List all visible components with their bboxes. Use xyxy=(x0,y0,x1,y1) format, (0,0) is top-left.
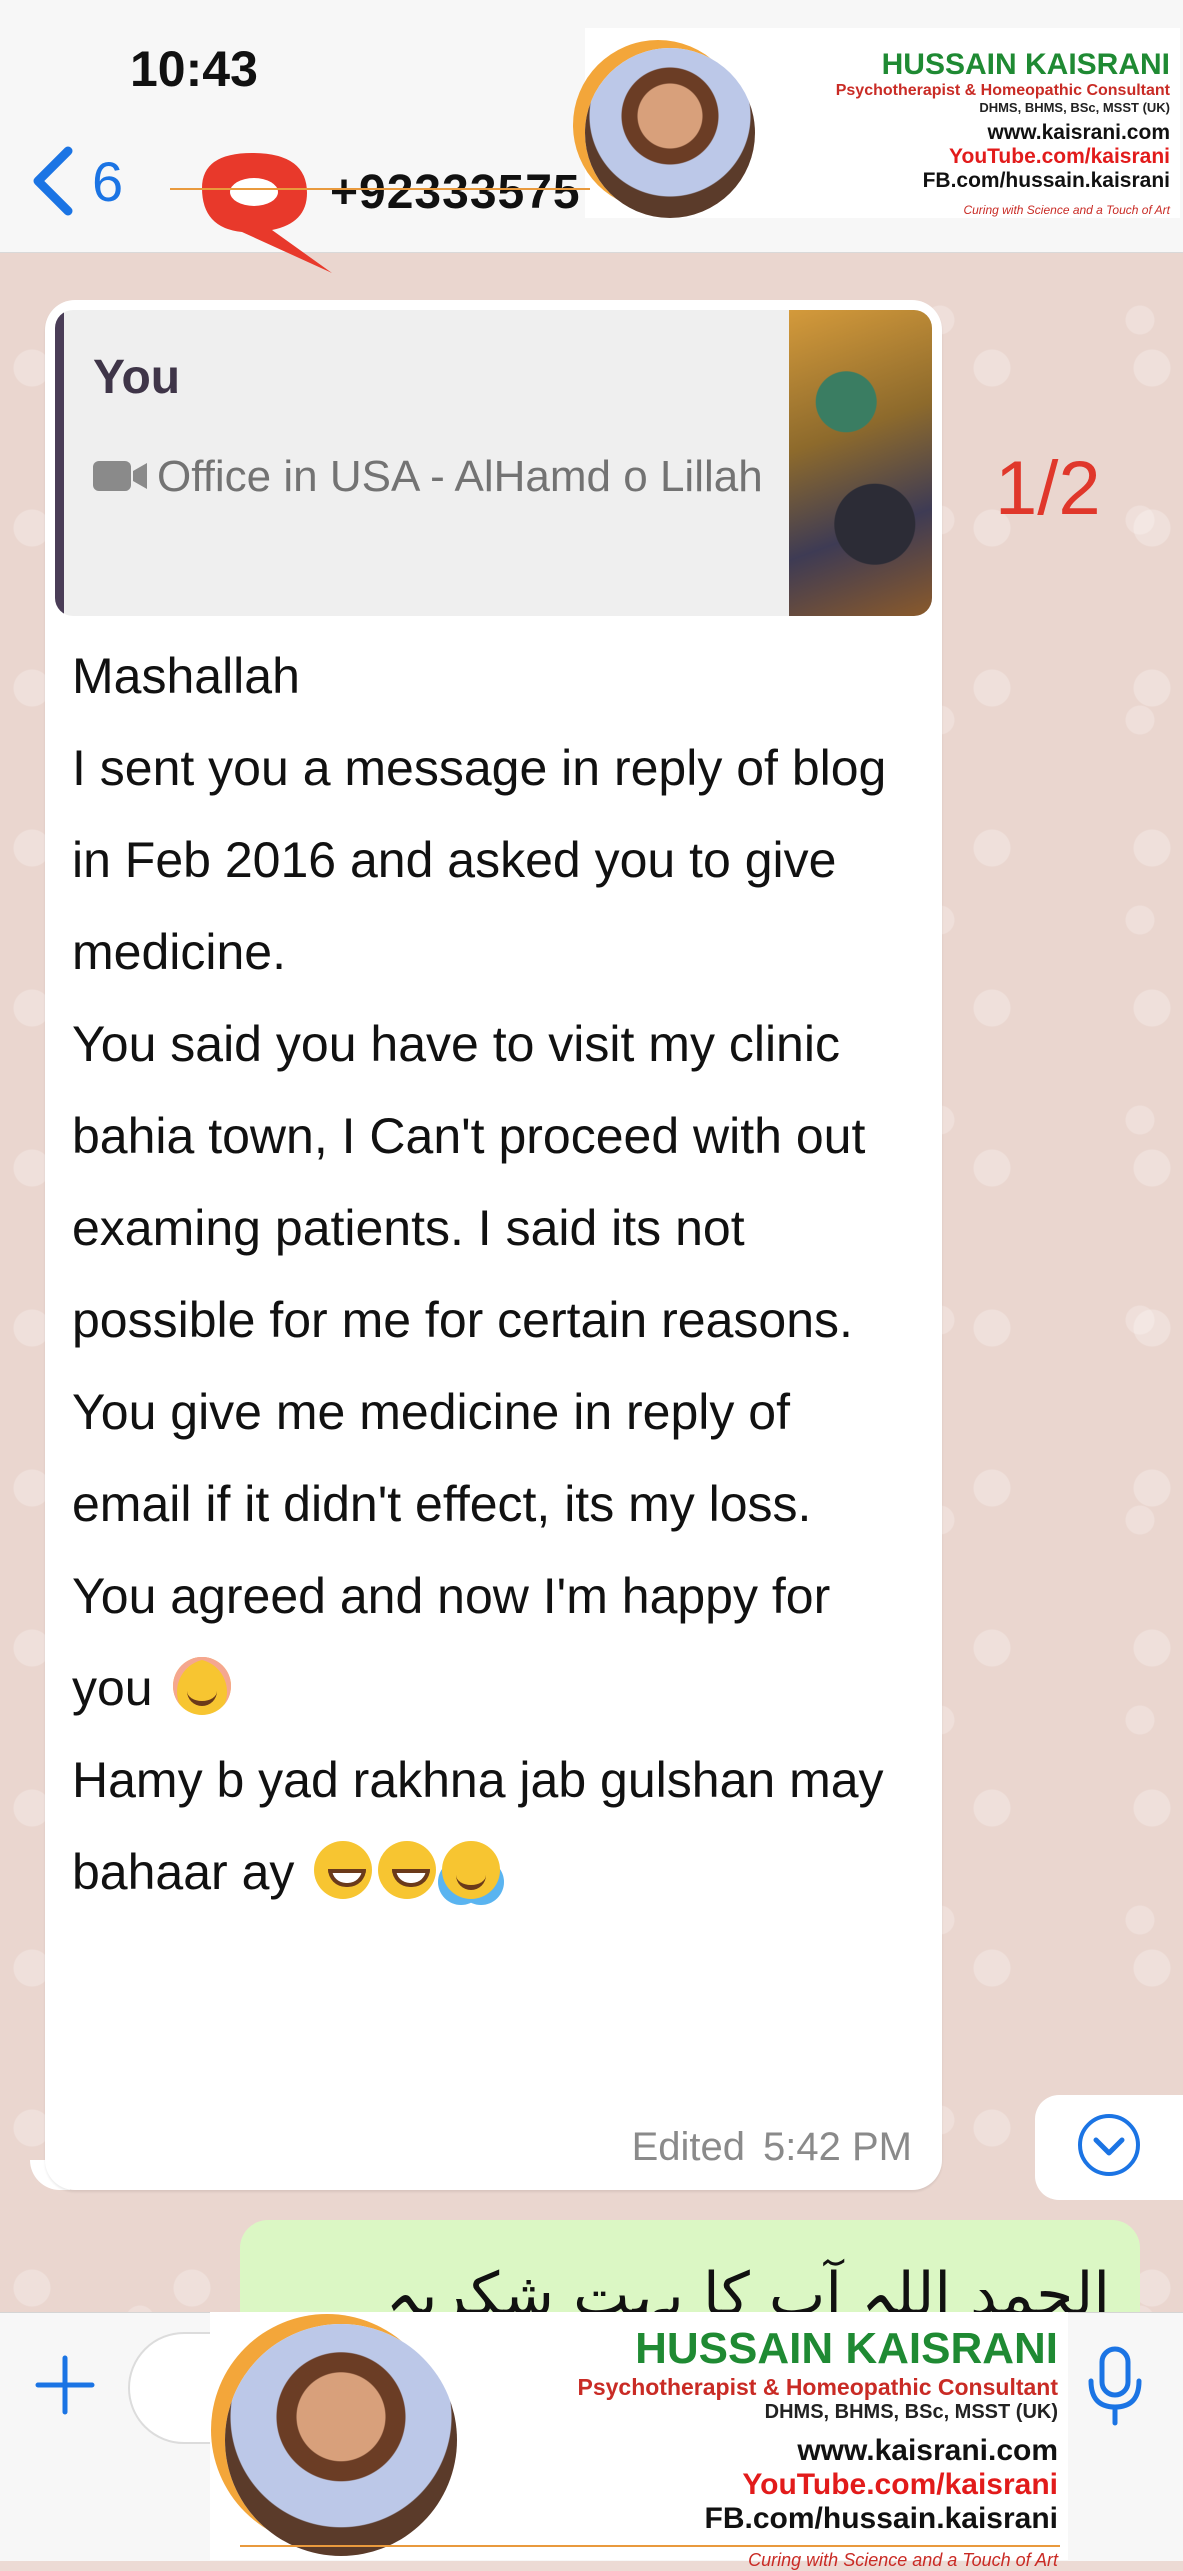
brand-degrees: DHMS, BHMS, BSc, MSST (UK) xyxy=(979,100,1170,115)
tears-of-joy-icon xyxy=(442,1841,501,1899)
quote-text-block: Office in USA - AlHamd o Lillah xyxy=(93,438,783,518)
brand-divider xyxy=(240,2545,1060,2547)
chevron-down-circle-icon xyxy=(1076,2112,1142,2183)
unread-count: 6 xyxy=(92,149,124,213)
brand-website: www.kaisrani.com xyxy=(987,121,1170,144)
brand-motto: Curing with Science and a Touch of Art xyxy=(963,203,1170,217)
brand-motto: Curing with Science and a Touch of Art xyxy=(748,2550,1058,2570)
message-line-with-emoji: You agreed and now I'm happy for you xyxy=(72,1550,912,1734)
video-icon xyxy=(93,440,149,518)
microphone-icon xyxy=(1085,2346,1145,2431)
chevron-left-icon xyxy=(30,145,74,217)
message-line: Mashallah xyxy=(72,648,300,704)
message-line: You said you have to visit my clinic bah… xyxy=(72,1016,866,1348)
brand-photo xyxy=(225,2324,457,2556)
quote-author: You xyxy=(93,351,181,404)
brand-youtube: YouTube.com/kaisrani xyxy=(949,145,1170,168)
message-line: You give me medicine in reply of email i… xyxy=(72,1384,812,1532)
message-line: I sent you a message in reply of blog in… xyxy=(72,740,887,980)
grinning-face-icon xyxy=(378,1841,437,1899)
page-indicator: 1/2 xyxy=(995,446,1101,531)
scroll-down-button[interactable] xyxy=(1035,2095,1183,2200)
brand-degrees: DHMS, BHMS, BSc, MSST (UK) xyxy=(764,2401,1058,2423)
annotation-marker-icon xyxy=(182,148,342,283)
brand-tagline: Psychotherapist & Homeopathic Consultant xyxy=(577,2374,1058,2400)
back-button[interactable]: 6 xyxy=(30,145,123,217)
message-line-with-emoji: Hamy b yad rakhna jab gulshan may bahaar… xyxy=(72,1734,912,1918)
brand-youtube: YouTube.com/kaisrani xyxy=(742,2468,1058,2501)
contact-name[interactable]: +92333575 xyxy=(330,165,581,220)
brand-website: www.kaisrani.com xyxy=(797,2434,1058,2467)
message-meta: Edited 5:42 PM xyxy=(632,2125,912,2170)
quote-accent-bar xyxy=(55,310,64,616)
brand-facebook: FB.com/hussain.kaisrani xyxy=(922,169,1170,192)
brand-divider xyxy=(170,188,590,190)
message-time: 5:42 PM xyxy=(763,2125,912,2169)
attach-button[interactable] xyxy=(30,2350,100,2425)
brand-name: HUSSAIN KAISRANI xyxy=(635,2324,1058,2373)
status-time: 10:43 xyxy=(130,41,258,97)
edited-label: Edited xyxy=(631,2125,746,2169)
brand-photo xyxy=(585,48,755,218)
brand-watermark-top: HUSSAIN KAISRANI Psychotherapist & Homeo… xyxy=(585,28,1180,218)
voice-record-button[interactable] xyxy=(1085,2345,1145,2432)
plus-icon xyxy=(30,2355,100,2424)
quote-thumbnail xyxy=(789,310,932,616)
message-text: Mashallah I sent you a message in reply … xyxy=(72,630,912,1918)
brand-watermark-bottom: HUSSAIN KAISRANI Psychotherapist & Homeo… xyxy=(210,2312,1068,2570)
brand-tagline: Psychotherapist & Homeopathic Consultant xyxy=(835,82,1170,99)
quoted-message[interactable]: You Office in USA - AlHamd o Lillah xyxy=(55,310,932,616)
smiling-face-icon xyxy=(172,1657,231,1715)
brand-name: HUSSAIN KAISRANI xyxy=(881,48,1170,81)
grinning-face-icon xyxy=(314,1841,373,1899)
message-bubble[interactable]: You Office in USA - AlHamd o Lillah Mash… xyxy=(45,300,942,2190)
brand-facebook: FB.com/hussain.kaisrani xyxy=(704,2502,1058,2535)
quote-text: Office in USA - AlHamd o Lillah xyxy=(157,452,763,501)
